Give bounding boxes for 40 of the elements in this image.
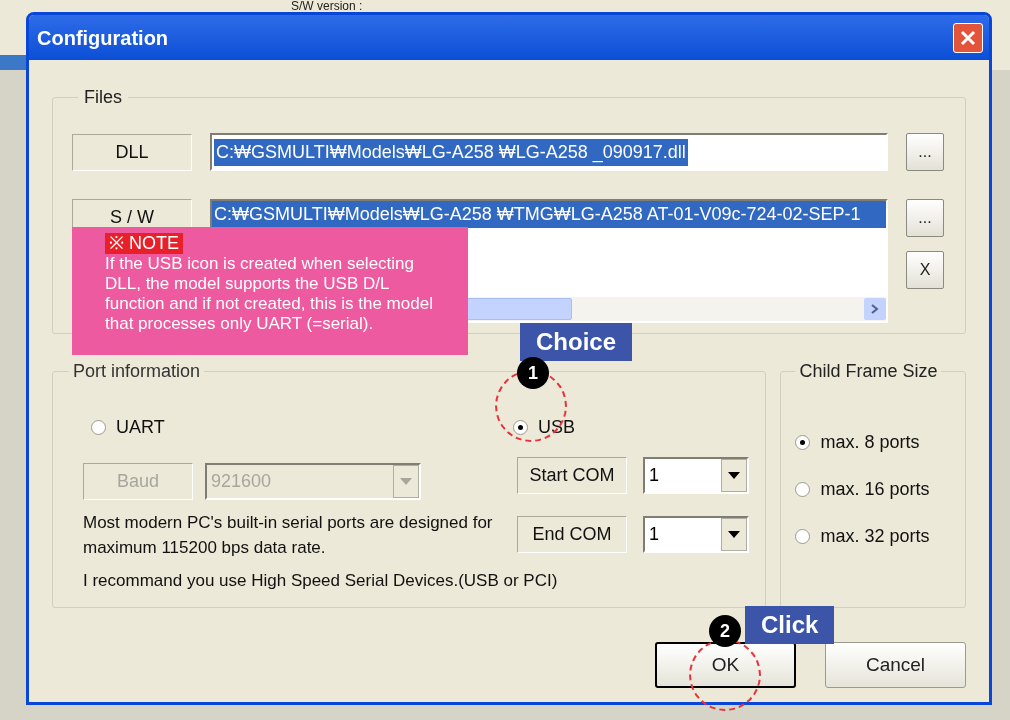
info-text: Most modern PC's built-in serial ports are designed for maximum 115200 bps data rate. (83, 512, 494, 559)
start-com-dropdown[interactable]: 1 (643, 457, 749, 494)
radio-button[interactable] (795, 435, 811, 450)
field-label: DLL (72, 133, 192, 171)
group-title: Files (83, 86, 123, 109)
dialog-button[interactable]: OK (655, 642, 796, 688)
background-panel (0, 55, 26, 70)
path-text: C:₩GSMULTI₩Models₩LG-A258 ₩LG-A258 _090917.dll (214, 138, 688, 166)
close-button[interactable] (953, 22, 983, 53)
dialog-button[interactable]: Cancel (825, 642, 966, 688)
radio-option[interactable]: max. 32 ports (795, 523, 965, 550)
step-badge: 2 (709, 615, 741, 647)
scroll-right-icon[interactable] (864, 298, 886, 320)
end-com-dropdown[interactable]: 1 (643, 516, 749, 553)
group-title: Port information (72, 360, 202, 383)
radio-button[interactable] (513, 419, 528, 435)
step-label: Click (745, 606, 835, 644)
radio-button[interactable] (795, 529, 811, 544)
radio-option[interactable]: USB (513, 413, 575, 441)
radio-button[interactable] (795, 482, 811, 497)
step-label: Choice (520, 323, 632, 361)
field-label: Baud (83, 463, 193, 500)
small-button[interactable]: X (906, 251, 944, 289)
radio-button[interactable] (91, 419, 106, 435)
field-label: Start COM (517, 457, 627, 494)
radio-option[interactable]: UART (91, 413, 513, 441)
step-badge: 1 (517, 357, 549, 389)
small-button[interactable]: ... (906, 199, 944, 237)
list-item[interactable]: C:₩GSMULTI₩Models₩LG-A258 ₩TMG₩LG-A258 AT-01-V09c-724-02-SEP-1 (212, 201, 886, 228)
note-tag: ※ NOTE (105, 233, 183, 254)
close-icon (960, 29, 976, 46)
radio-option[interactable]: max. 16 ports (795, 476, 965, 503)
small-button[interactable]: ... (906, 133, 944, 171)
group-title: Child Frame Size (798, 360, 939, 383)
info-text: I recommand you use High Speed Serial Devices.(USB or PCI) (83, 570, 559, 592)
field-label: End COM (517, 516, 627, 553)
dll-path-field[interactable]: C:₩GSMULTI₩Models₩LG-A258 ₩LG-A258 _090917.dll (210, 133, 888, 171)
background-label: S/W version : (291, 0, 363, 12)
radio-option[interactable]: max. 8 ports (795, 429, 965, 456)
window-title: Configuration (37, 25, 169, 51)
